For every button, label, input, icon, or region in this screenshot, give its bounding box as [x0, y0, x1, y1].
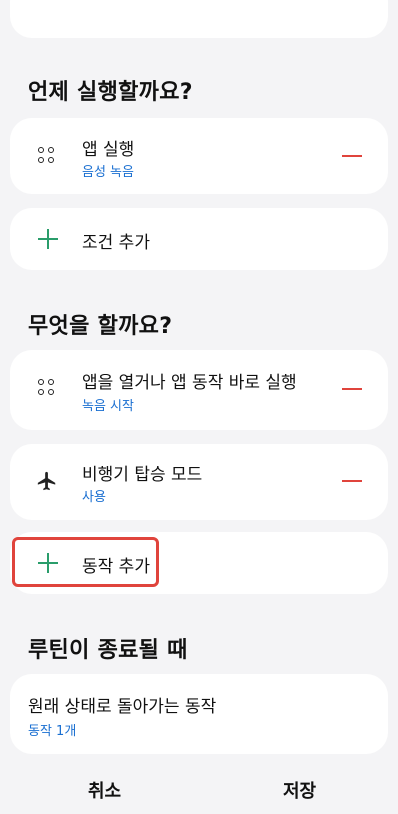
action-title: 앱을 열거나 앱 동작 바로 실행 — [82, 373, 297, 393]
save-button[interactable]: 저장 — [283, 777, 316, 803]
plus-icon — [38, 229, 58, 249]
action-subtitle: 녹음 시작 — [82, 399, 134, 414]
highlight-box — [12, 537, 159, 587]
condition-subtitle: 음성 녹음 — [82, 165, 134, 180]
remove-condition-icon[interactable] — [342, 155, 362, 157]
remove-action-icon[interactable] — [342, 388, 362, 390]
section-title-end: 루틴이 종료될 때 — [28, 638, 188, 663]
end-card-title: 원래 상태로 돌아가는 동작 — [28, 697, 217, 717]
remove-action-icon[interactable] — [342, 480, 362, 482]
section-title-what: 무엇을 할까요? — [28, 314, 173, 339]
previous-card — [10, 0, 388, 38]
action-title: 비행기 탑승 모드 — [82, 465, 203, 485]
cancel-button[interactable]: 취소 — [88, 777, 121, 803]
add-condition-label: 조건 추가 — [82, 233, 150, 253]
bottom-action-bar — [0, 760, 398, 814]
end-card-subtitle: 동작 1개 — [28, 724, 77, 739]
condition-card-app-launch[interactable]: 앱 실행 음성 녹음 — [10, 118, 388, 194]
action-subtitle: 사용 — [82, 490, 106, 505]
airplane-icon — [36, 470, 58, 492]
section-title-when: 언제 실행할까요? — [28, 80, 193, 105]
condition-title: 앱 실행 — [82, 140, 135, 160]
end-action-card[interactable]: 원래 상태로 돌아가는 동작 동작 1개 — [10, 674, 388, 754]
action-card-open-app[interactable]: 앱을 열거나 앱 동작 바로 실행 녹음 시작 — [10, 350, 388, 430]
apps-icon — [36, 145, 58, 167]
apps-icon — [36, 377, 58, 399]
add-condition-button[interactable]: 조건 추가 — [10, 208, 388, 270]
action-card-airplane-mode[interactable]: 비행기 탑승 모드 사용 — [10, 444, 388, 520]
